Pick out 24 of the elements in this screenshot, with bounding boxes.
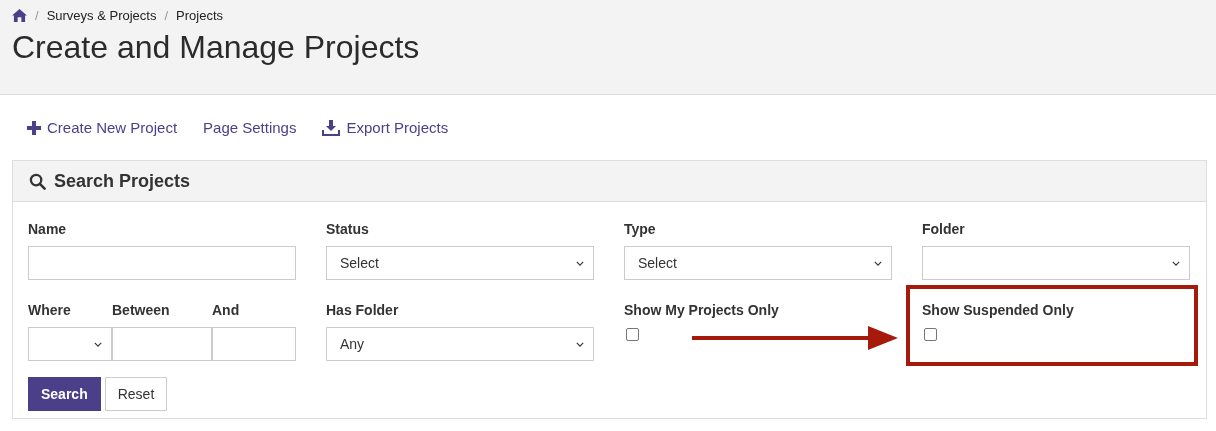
page-title: Create and Manage Projects <box>12 29 421 66</box>
field-label: Between <box>112 302 171 319</box>
field-label: Show Suspended Only <box>922 302 1075 319</box>
dropdown[interactable]: Select <box>624 246 892 280</box>
dropdown[interactable]: Select <box>326 246 594 280</box>
field-label: Has Folder <box>326 302 400 319</box>
field-label: Folder <box>922 221 966 238</box>
action-link[interactable]: Create New Project <box>27 117 178 138</box>
breadcrumb-separator: / <box>35 8 39 23</box>
field-label: Name <box>28 221 68 238</box>
breadcrumb-separator: / <box>164 8 169 23</box>
breadcrumb-link[interactable]: Surveys & Projects <box>46 8 157 23</box>
field-label: And <box>212 302 241 319</box>
field-label: Type <box>624 221 657 238</box>
field-label: Where <box>28 302 72 319</box>
breadcrumb-link[interactable]: Projects <box>176 8 224 23</box>
panel-title: Search Projects <box>54 170 191 192</box>
action-link[interactable]: Export Projects <box>322 117 449 138</box>
action-link[interactable]: Page Settings <box>203 117 297 138</box>
search-button[interactable]: Search <box>28 377 101 411</box>
field-label: Status <box>326 221 370 238</box>
reset-button[interactable]: Reset <box>104 377 168 411</box>
field-label: Show My Projects Only <box>624 302 780 319</box>
dropdown[interactable]: Any <box>326 327 594 361</box>
